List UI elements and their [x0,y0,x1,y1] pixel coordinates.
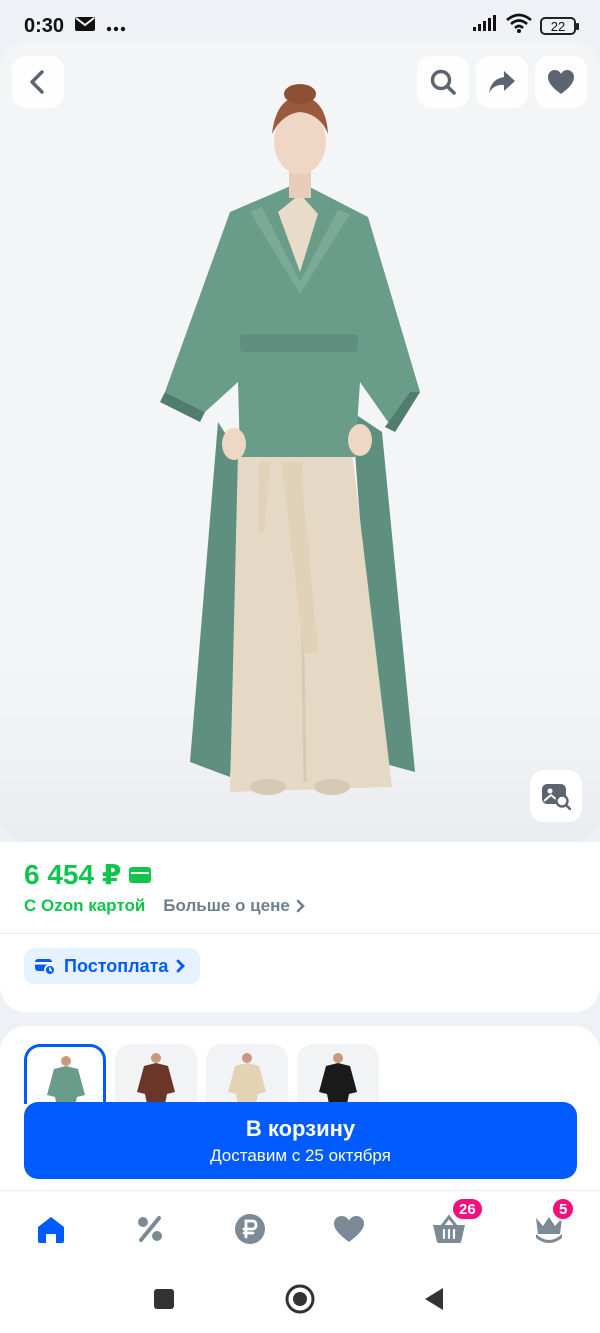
variant-thumb-black[interactable] [297,1044,379,1104]
signal-icon [472,14,498,38]
nav-profile[interactable]: 5 [529,1197,576,1249]
product-photo [160,84,420,795]
divider [0,933,600,934]
product-gallery[interactable] [0,42,600,842]
postpay-chip[interactable]: Постоплата [24,948,201,984]
price-sub-row: С Ozon картой Больше о цене [24,896,306,916]
more-notifications-icon [106,15,126,38]
mail-icon [74,15,96,38]
battery-indicator: 22 [540,17,579,35]
ozon-card-label: С Ozon картой [24,896,146,915]
triangle-back-icon [425,1288,443,1310]
variant-thumb-green[interactable] [24,1044,106,1104]
price-card: 6 454 ₽ С Ozon картой Больше о цене Пост… [0,842,600,1012]
add-to-cart-label: В корзину [245,1115,356,1141]
nav-favorites[interactable] [329,1209,369,1249]
nav-finance[interactable] [230,1209,270,1249]
nav-discounts[interactable] [130,1209,170,1249]
share-icon [489,71,515,93]
ruble-icon [235,1214,265,1244]
postpay-label: Постоплата [64,955,169,976]
profile-count-badge: 5 [551,1197,576,1221]
variant-thumb-beige[interactable] [206,1044,288,1104]
nav-home[interactable] [31,1209,71,1249]
ozon-card-icon [129,866,152,883]
share-button[interactable] [476,56,528,108]
chevron-right-icon [177,959,186,973]
search-icon [430,69,456,95]
heart-icon [334,1216,364,1242]
square-icon [154,1289,174,1309]
back-system-button[interactable] [416,1281,452,1317]
home-icon [38,1217,64,1243]
battery-level: 22 [550,18,566,34]
wifi-icon [506,13,532,39]
heart-icon [548,70,574,94]
back-button[interactable] [12,56,64,108]
chevron-right-icon [296,899,305,913]
product-page: 0:30 22 6 454 ₽ С Ozon картой Больше о ц… [0,0,600,1333]
postpay-icon [35,959,56,975]
nav-cart[interactable]: 26 [429,1197,484,1249]
more-price-label: Больше о цене [163,896,290,915]
search-button[interactable] [417,56,469,108]
status-time: 0:30 [24,14,65,37]
system-navigation-bar [0,1265,600,1333]
variant-thumb-brown[interactable] [115,1044,197,1104]
favorite-button[interactable] [535,56,587,108]
delivery-date-text: Доставим с 25 октября [210,1145,391,1165]
image-search-icon [542,784,571,810]
percent-icon [138,1216,162,1242]
circle-icon [285,1284,315,1314]
price-row[interactable]: 6 454 ₽ [24,858,152,891]
home-system-button[interactable] [282,1281,318,1317]
image-search-button[interactable] [530,770,582,822]
product-price: 6 454 ₽ [24,859,122,890]
cart-count-badge: 26 [451,1197,484,1221]
bottom-navigation: 26 5 [0,1190,600,1265]
more-price-link[interactable]: Больше о цене [163,896,306,916]
add-to-cart-button[interactable]: В корзину Доставим с 25 октября [24,1102,577,1179]
recents-button[interactable] [146,1281,182,1317]
chevron-left-icon [30,70,44,94]
